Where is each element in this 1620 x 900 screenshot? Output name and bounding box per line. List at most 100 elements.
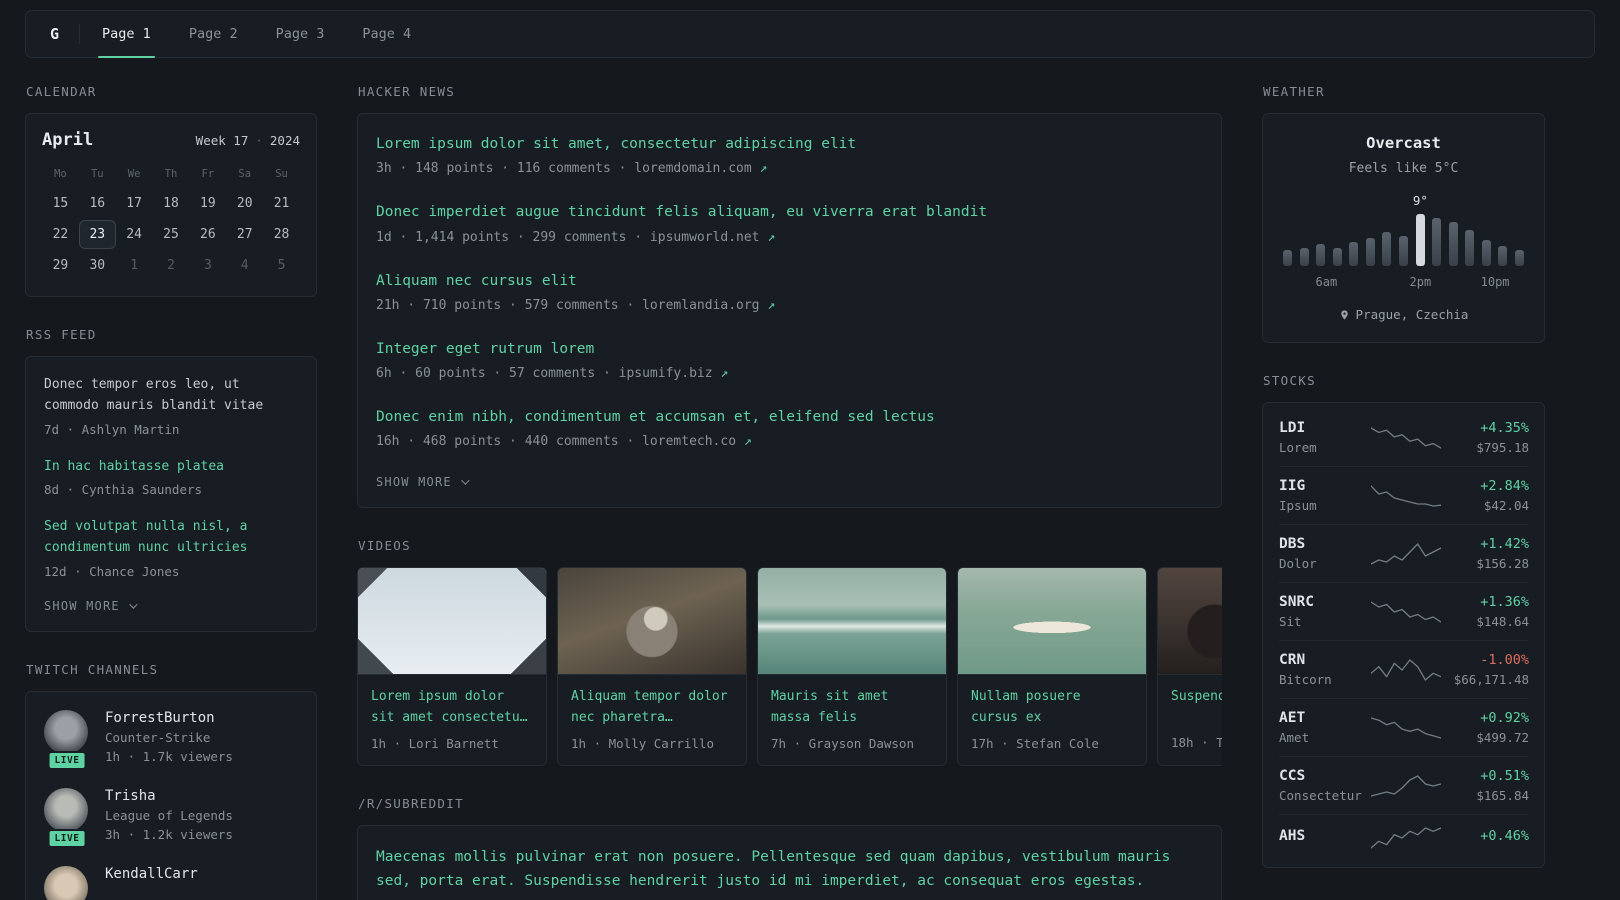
- stock-row: AET Amet +0.92% $499.72: [1279, 698, 1529, 756]
- video-meta: 7h · Grayson Dawson: [771, 735, 914, 751]
- twitch-channel[interactable]: LIVE ForrestBurton Counter-Strike 1h · 1…: [44, 709, 298, 770]
- hn-show-more-button[interactable]: SHOW MORE: [376, 475, 470, 489]
- weather-bar: [1283, 250, 1292, 266]
- calendar-day: 2: [167, 258, 175, 273]
- weather-bar: [1398, 236, 1408, 266]
- channel-viewers: 1h · 1.7k viewers: [105, 748, 233, 764]
- weather-bar: [1299, 248, 1309, 266]
- video-card-body: Aliquam tempor dolor nec pharetra… 1h · …: [558, 675, 746, 764]
- hacker-news-widget-title: HACKER NEWS: [358, 84, 456, 99]
- video-card-body: Lorem ipsum dolor sit amet consectetu… 1…: [358, 675, 546, 764]
- hn-meta-text: 16h · 468 points · 440 comments · loremt…: [376, 434, 737, 450]
- calendar-day: 3: [203, 258, 212, 273]
- hn-story-link[interactable]: Lorem ipsum dolor sit amet, consectetur …: [376, 134, 856, 154]
- stock-sparkline: [1371, 484, 1441, 508]
- video-card[interactable]: Aliquam tempor dolor nec pharetra… 1h · …: [557, 567, 747, 766]
- stock-symbol: LDI: [1279, 420, 1306, 436]
- video-thumbnail: [758, 568, 946, 676]
- weather-time: 6am: [1315, 275, 1338, 289]
- calendar-day: 25: [163, 227, 179, 242]
- video-title: Aliquam tempor dolor nec pharetra…: [571, 689, 728, 725]
- weather-location: Prague, Czechia: [1279, 307, 1528, 322]
- rss-item-link[interactable]: In hac habitasse platea: [44, 457, 298, 478]
- video-card[interactable]: Mauris sit amet massa felis 7h · Grayson…: [757, 567, 947, 766]
- weather-bar: [1481, 240, 1491, 266]
- stock-sparkline: [1371, 542, 1441, 566]
- live-badge: LIVE: [47, 828, 87, 848]
- rss-item-meta: 7d · Ashlyn Martin: [44, 421, 180, 437]
- hn-story-link[interactable]: Donec enim nibh, condimentum et accumsan…: [376, 407, 935, 427]
- external-link-icon: ↗: [759, 161, 768, 177]
- video-card[interactable]: Lorem ipsum dolor sit amet consectetu… 1…: [357, 567, 547, 766]
- channel-name[interactable]: ForrestBurton: [105, 710, 233, 726]
- video-card[interactable]: Suspendisse diam 18h · Tara: [1157, 567, 1222, 766]
- channel-category: Counter-Strike: [105, 729, 211, 745]
- twitch-channel[interactable]: LIVE Trisha League of Legends 3h · 1.2k …: [44, 787, 298, 848]
- hn-meta-text: 6h · 60 points · 57 comments · ipsumify.…: [376, 366, 713, 382]
- stocks-list: LDI Lorem +4.35% $795.18 IIG Ipsum +2.84…: [1279, 409, 1529, 861]
- hn-story-meta: 6h · 60 points · 57 comments · ipsumify.…: [376, 366, 1203, 381]
- page-tabs: Page 1 Page 2 Page 3 Page 4: [98, 11, 447, 58]
- avatar[interactable]: [44, 787, 88, 832]
- video-card[interactable]: Nullam posuere cursus ex 17h · Stefan Co…: [957, 567, 1147, 766]
- stock-values: +2.84% $42.04: [1441, 478, 1529, 513]
- twitch-avatar-wrap: LIVE: [44, 709, 90, 770]
- video-title: Lorem ipsum dolor sit amet consectetu…: [371, 689, 528, 725]
- hn-story-link[interactable]: Integer eget rutrum lorem: [376, 339, 594, 359]
- stock-id: LDI Lorem: [1279, 420, 1371, 455]
- stock-price: $795.18: [1476, 440, 1529, 455]
- hn-story-link[interactable]: Aliquam nec cursus elit: [376, 271, 577, 291]
- left-column: CALENDAR April Week 17 · 2024 Mo Tu We T…: [25, 84, 317, 900]
- hn-item: Donec enim nibh, condimentum et accumsan…: [376, 407, 1203, 449]
- tab-page-3[interactable]: Page 3: [274, 11, 327, 57]
- stock-change: +1.42%: [1480, 536, 1529, 552]
- weather-bar: [1432, 218, 1442, 266]
- external-link-icon: ↗: [743, 434, 752, 450]
- tab-page-1[interactable]: Page 1: [98, 11, 155, 58]
- stock-name: Lorem: [1279, 440, 1317, 455]
- stock-row: CCS Consectetur +0.51% $165.84: [1279, 756, 1529, 814]
- twitch-widget: TWITCH CHANNELS LIVE ForrestBurton Count…: [25, 662, 317, 900]
- rss-item-link[interactable]: Donec tempor eros leo, ut commodo mauris…: [44, 375, 298, 417]
- stock-name: Consectetur: [1279, 788, 1362, 803]
- calendar-day-header: Su: [275, 168, 288, 180]
- videos-widget: VIDEOS Lorem ipsum dolor sit amet consec…: [357, 538, 1222, 766]
- videos-widget-title: VIDEOS: [358, 538, 411, 554]
- app-logo[interactable]: G: [44, 25, 65, 43]
- calendar-widget-title: CALENDAR: [26, 84, 97, 99]
- stock-values: +1.42% $156.28: [1441, 536, 1529, 571]
- hacker-news-card: Lorem ipsum dolor sit amet, consectetur …: [357, 113, 1222, 509]
- stock-id: CRN Bitcorn: [1279, 652, 1371, 687]
- twitch-channel-info: ForrestBurton Counter-Strike 1h · 1.7k v…: [105, 710, 233, 764]
- tab-page-2[interactable]: Page 2: [187, 11, 240, 57]
- video-thumbnail: [1158, 568, 1222, 676]
- rss-show-more-button[interactable]: SHOW MORE: [44, 599, 138, 613]
- subreddit-post-link[interactable]: Maecenas mollis pulvinar erat non posuer…: [376, 846, 1203, 894]
- twitch-channel[interactable]: KendallCarr: [44, 865, 298, 900]
- stock-values: +0.46%: [1441, 828, 1529, 848]
- channel-name[interactable]: Trisha: [105, 788, 233, 804]
- avatar[interactable]: [44, 709, 88, 754]
- twitch-card: LIVE ForrestBurton Counter-Strike 1h · 1…: [25, 690, 317, 900]
- tab-page-4[interactable]: Page 4: [360, 11, 413, 57]
- video-thumbnail: [958, 568, 1146, 676]
- video-card-body: Nullam posuere cursus ex 17h · Stefan Co…: [958, 675, 1146, 764]
- rss-item-link[interactable]: Sed volutpat nulla nisl, a condimentum n…: [44, 517, 298, 559]
- logo-divider: [79, 24, 81, 44]
- stock-values: -1.00% $66,171.48: [1441, 652, 1529, 687]
- stock-sparkline: [1371, 826, 1441, 850]
- calendar-week-year: Week 17 · 2024: [196, 133, 300, 148]
- stock-values: +0.92% $499.72: [1441, 710, 1529, 745]
- stock-sparkline: [1371, 774, 1441, 798]
- avatar[interactable]: [44, 865, 88, 900]
- weather-time-labels: 6am 2pm 10pm: [1283, 275, 1524, 289]
- weather-card: Overcast Feels like 5°C 9° 6am 2pm 10pm …: [1262, 113, 1545, 343]
- stock-sparkline: [1371, 658, 1441, 682]
- channel-name[interactable]: KendallCarr: [105, 866, 198, 882]
- calendar-day: 5: [277, 258, 286, 273]
- hn-story-link[interactable]: Donec imperdiet augue tincidunt felis al…: [376, 202, 987, 222]
- weather-condition: Overcast: [1366, 134, 1441, 152]
- external-link-icon: ↗: [767, 229, 776, 245]
- stock-id: SNRC Sit: [1279, 594, 1371, 629]
- weather-feels-like: Feels like 5°C: [1348, 161, 1459, 176]
